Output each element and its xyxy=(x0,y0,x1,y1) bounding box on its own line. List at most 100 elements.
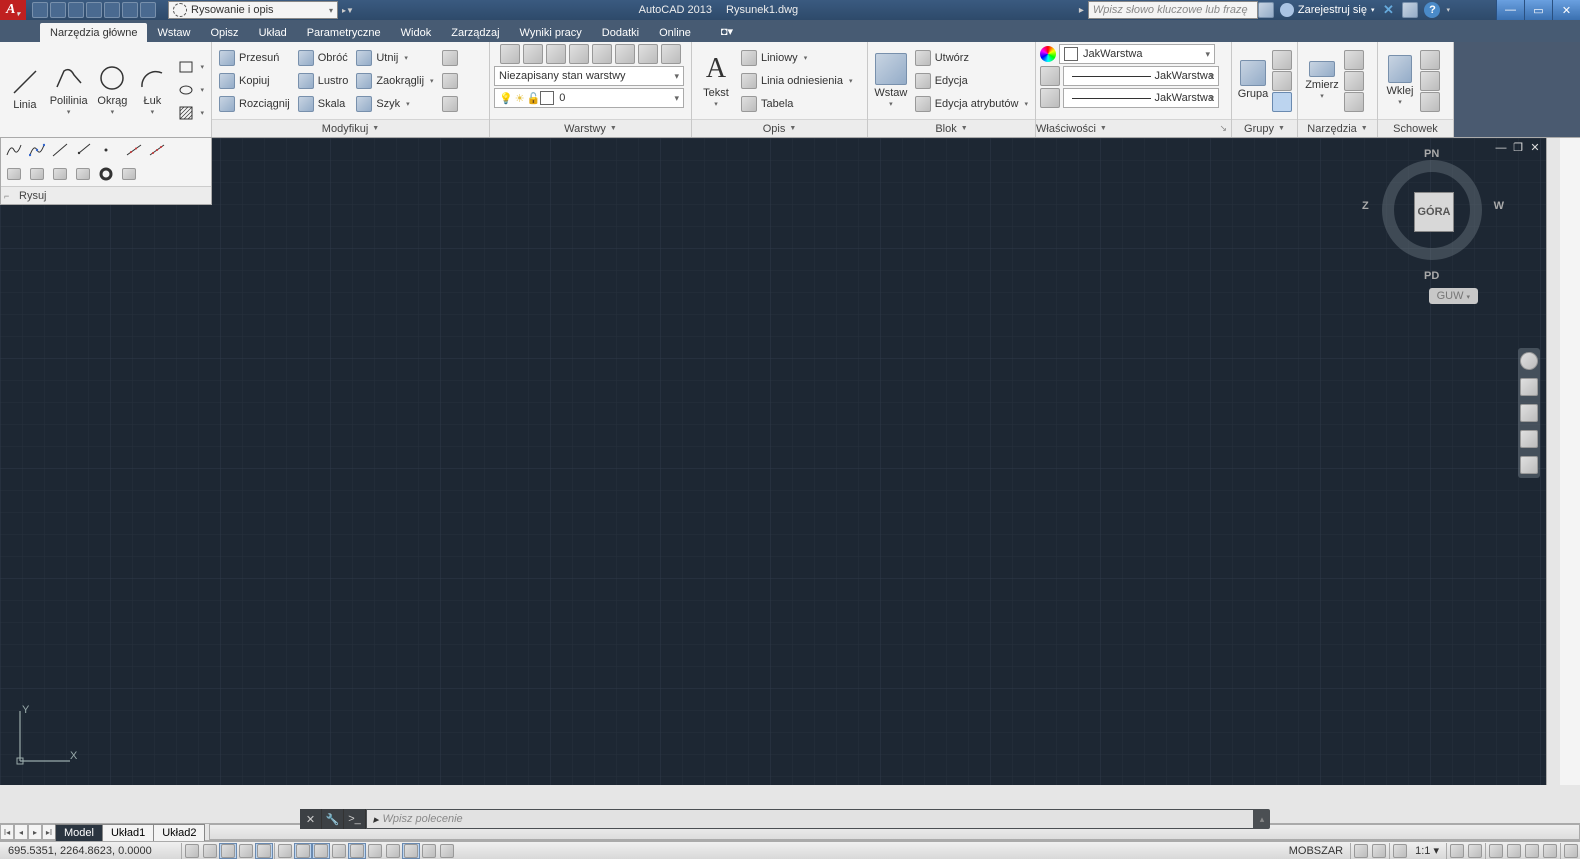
workspace-switcher[interactable]: Rysowanie i opis ▾ xyxy=(168,1,338,19)
cut-icon[interactable] xyxy=(1420,50,1440,70)
layer-states-icon[interactable] xyxy=(661,44,681,64)
text-button[interactable]: A Tekst ▾ xyxy=(696,45,736,117)
hatch-button[interactable]: ▾ xyxy=(175,102,207,124)
annotation-scale[interactable]: 1:1 ▾ xyxy=(1409,844,1445,857)
help-icon[interactable]: ? xyxy=(1424,2,1440,18)
modelspace-label[interactable]: MOBSZAR xyxy=(1283,845,1349,857)
tab-addins[interactable]: Dodatki xyxy=(592,23,649,42)
layout-next-button[interactable]: ▸ xyxy=(28,824,42,840)
rotate-button[interactable]: Obróć xyxy=(295,47,352,69)
xline-icon[interactable] xyxy=(49,140,71,160)
group-button[interactable]: Grupa xyxy=(1236,45,1270,117)
ucs-icon[interactable]: Y X xyxy=(12,703,82,773)
tab-annotate[interactable]: Opisz xyxy=(200,23,248,42)
zoom-icon[interactable] xyxy=(1520,404,1538,422)
annovis-icon[interactable] xyxy=(1448,843,1466,859)
edit-block-button[interactable]: Edycja xyxy=(912,70,1031,92)
layer-prev-icon[interactable] xyxy=(638,44,658,64)
viewcube-s[interactable]: PD xyxy=(1424,270,1439,282)
viewcube[interactable]: GÓRA PN PD Z W xyxy=(1372,150,1492,270)
layer-iso-icon[interactable] xyxy=(569,44,589,64)
paste-button[interactable]: Wklej ▾ xyxy=(1382,45,1418,117)
explode-button[interactable] xyxy=(439,70,461,92)
cmd-expand-button[interactable]: ▴ xyxy=(1254,814,1270,825)
measure-pts-icon[interactable] xyxy=(146,140,168,160)
layer-state-dropdown[interactable]: Niezapisany stan warstwy xyxy=(494,66,684,86)
viewcube-e[interactable]: W xyxy=(1494,200,1504,212)
qp-toggle[interactable] xyxy=(402,843,420,859)
measure-button[interactable]: Zmierz ▾ xyxy=(1302,45,1342,117)
am-toggle[interactable] xyxy=(438,843,456,859)
pan-icon[interactable] xyxy=(1520,378,1538,396)
mirror-button[interactable]: Lustro xyxy=(295,70,352,92)
layout-first-button[interactable]: I◂ xyxy=(0,824,14,840)
viewcube-top-face[interactable]: GÓRA xyxy=(1414,192,1454,232)
infer-constraints-toggle[interactable] xyxy=(183,843,201,859)
tab-output[interactable]: Wyniki pracy xyxy=(510,23,592,42)
doc-close-button[interactable]: ✕ xyxy=(1528,142,1542,154)
revcloud-icon[interactable] xyxy=(118,164,140,184)
panel-props-title[interactable]: Właściwości▼↘ xyxy=(1036,119,1231,137)
polyline-button[interactable]: Polilinia ▾ xyxy=(48,54,90,126)
polar-toggle[interactable] xyxy=(255,843,273,859)
3dpoly-icon[interactable] xyxy=(49,164,71,184)
layer-prop-icon[interactable] xyxy=(592,44,612,64)
quickselect-icon[interactable] xyxy=(1344,71,1364,91)
lweight-icon[interactable] xyxy=(1040,66,1060,86)
leader-button[interactable]: Linia odniesienia▾ xyxy=(738,70,855,92)
panel-modify-title[interactable]: Modyfikuj▼ xyxy=(212,119,489,137)
isolate-icon[interactable] xyxy=(1541,843,1559,859)
lwt-toggle[interactable] xyxy=(366,843,384,859)
erase-button[interactable] xyxy=(439,47,461,69)
layout-1-tab[interactable]: Układ1 xyxy=(102,824,154,841)
matchprop-icon[interactable] xyxy=(1420,92,1440,112)
3dosnap-toggle[interactable] xyxy=(294,843,312,859)
panel-block-title[interactable]: Blok▼ xyxy=(868,119,1035,137)
viewcube-w[interactable]: Z xyxy=(1362,200,1369,212)
showmotion-icon[interactable] xyxy=(1520,456,1538,474)
qat-open-icon[interactable] xyxy=(50,2,66,18)
osnap-toggle[interactable] xyxy=(276,843,294,859)
exchange-icon[interactable]: ✕ xyxy=(1380,2,1396,18)
create-block-button[interactable]: Utwórz xyxy=(912,47,1031,69)
tab-layout[interactable]: Układ xyxy=(249,23,297,42)
toolbar-lock-icon[interactable] xyxy=(1505,843,1523,859)
quickview-layouts-icon[interactable] xyxy=(1352,843,1370,859)
tpy-toggle[interactable] xyxy=(384,843,402,859)
panel-annot-title[interactable]: Opis▼ xyxy=(692,119,867,137)
clipcopy-icon[interactable] xyxy=(1420,71,1440,91)
command-input[interactable]: ▸Wpisz polecenie xyxy=(367,810,1253,828)
arc-button[interactable]: Łuk ▾ xyxy=(135,54,169,126)
ws-switch-icon[interactable] xyxy=(1487,843,1505,859)
linetype-dropdown[interactable]: JakWarstwa xyxy=(1063,88,1219,108)
coordinates[interactable]: 695.5351, 2264.8623, 0.0000 xyxy=(0,845,180,857)
panel-utils-title[interactable]: Narzędzia▼ xyxy=(1298,119,1377,137)
copy-button[interactable]: Kopiuj xyxy=(216,70,293,92)
ortho-toggle[interactable] xyxy=(237,843,255,859)
panel-layers-title[interactable]: Warstwy▼ xyxy=(490,119,691,137)
wipeout-icon[interactable] xyxy=(26,164,48,184)
dyn-toggle[interactable] xyxy=(348,843,366,859)
circle-button[interactable]: Okrąg ▾ xyxy=(92,54,134,126)
cleanscreen-icon[interactable] xyxy=(1562,843,1580,859)
ray-icon[interactable] xyxy=(72,140,94,160)
qat-saveas-icon[interactable] xyxy=(86,2,102,18)
line-button[interactable]: Linia xyxy=(4,54,46,126)
panel-draw-title[interactable]: ⌐ Rysuj xyxy=(1,186,211,204)
minimize-button[interactable]: — xyxy=(1496,0,1524,20)
ribbon-minimize-button[interactable]: ◘▾ xyxy=(715,21,739,42)
ucs-name-badge[interactable]: GUW▾ xyxy=(1429,288,1478,304)
helix-icon[interactable] xyxy=(72,164,94,184)
layer-match-icon[interactable] xyxy=(615,44,635,64)
qat-redo-icon[interactable] xyxy=(140,2,156,18)
ducs-toggle[interactable] xyxy=(330,843,348,859)
tab-home[interactable]: Narzędzia główne xyxy=(40,23,147,42)
cmd-config-button[interactable]: 🔧 xyxy=(322,809,344,829)
tab-view[interactable]: Widok xyxy=(391,23,442,42)
layout-prev-button[interactable]: ◂ xyxy=(14,824,28,840)
insert-button[interactable]: Wstaw ▾ xyxy=(872,45,910,117)
doc-restore-button[interactable]: ❐ xyxy=(1511,142,1525,154)
trim-button[interactable]: Utnij▾ xyxy=(353,47,436,69)
layout-last-button[interactable]: ▸I xyxy=(42,824,56,840)
point-icon[interactable] xyxy=(95,140,117,160)
